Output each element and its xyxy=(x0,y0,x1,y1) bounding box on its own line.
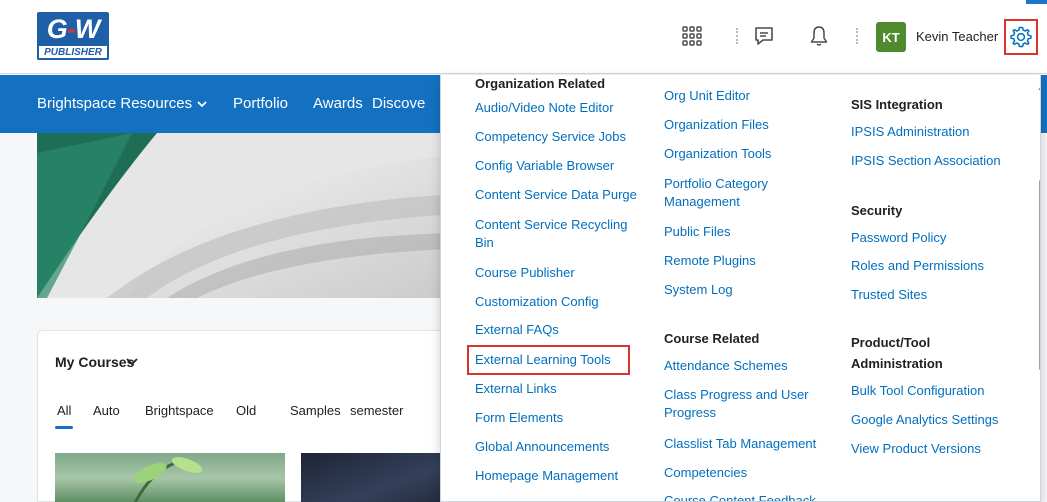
logo-wordmark: G-W xyxy=(46,14,101,44)
menu-link-external-learning-tools[interactable]: External Learning Tools xyxy=(475,351,611,369)
menu-link-password-policy[interactable]: Password Policy xyxy=(851,229,946,247)
filter-tab-brightspace[interactable]: Brightspace xyxy=(145,403,214,418)
menu-link-org-unit-editor[interactable]: Org Unit Editor xyxy=(664,87,750,105)
section-header-product-tool: Product/Tool xyxy=(851,335,931,350)
menu-link-bulk-tool-configuration[interactable]: Bulk Tool Configuration xyxy=(851,382,984,400)
course-thumbnail[interactable] xyxy=(55,453,285,502)
menu-link-external-faqs[interactable]: External FAQs xyxy=(475,321,559,339)
menu-link-competencies[interactable]: Competencies xyxy=(664,464,747,482)
menu-link-portfolio-category-management-line2[interactable]: Management xyxy=(664,193,740,211)
admin-tools-dropdown: Organization Related Audio/Video Note Ed… xyxy=(440,75,1041,502)
menu-link-ipsis-section-association[interactable]: IPSIS Section Association xyxy=(851,152,1001,170)
homepage-banner-image xyxy=(37,133,477,298)
active-tab-indicator xyxy=(55,426,73,429)
menu-link-config-variable-browser[interactable]: Config Variable Browser xyxy=(475,157,614,175)
my-courses-title[interactable]: My Courses xyxy=(55,354,134,370)
nav-item-portfolio[interactable]: Portfolio xyxy=(233,95,288,112)
nav-item-awards[interactable]: Awards xyxy=(313,95,363,112)
menu-link-google-analytics-settings[interactable]: Google Analytics Settings xyxy=(851,411,998,429)
top-header: G-W PUBLISHER KT Kevin Teacher xyxy=(0,0,1047,74)
filter-tab-semester[interactable]: semester xyxy=(350,403,403,418)
menu-link-homepage-management[interactable]: Homepage Management xyxy=(475,467,618,485)
menu-link-view-product-versions[interactable]: View Product Versions xyxy=(851,440,981,458)
menu-link-external-links[interactable]: External Links xyxy=(475,380,557,398)
page: G-W PUBLISHER KT Kevin Teacher Brightspa… xyxy=(0,0,1047,502)
menu-link-portfolio-category-management[interactable]: Portfolio Category xyxy=(664,175,768,193)
menu-link-trusted-sites[interactable]: Trusted Sites xyxy=(851,286,927,304)
menu-link-organization-tools[interactable]: Organization Tools xyxy=(664,145,771,163)
bell-icon[interactable] xyxy=(805,22,833,50)
filter-tab-all[interactable]: All xyxy=(57,403,71,418)
section-header-administration: Administration xyxy=(851,356,943,371)
course-thumbnail[interactable] xyxy=(301,453,461,502)
menu-link-system-log[interactable]: System Log xyxy=(664,281,733,299)
chevron-down-icon xyxy=(197,101,207,108)
menu-link-class-progress-line2[interactable]: Progress xyxy=(664,404,716,422)
section-header-sis-integration: SIS Integration xyxy=(851,97,943,112)
chevron-down-icon[interactable] xyxy=(126,356,138,366)
menu-link-customization-config[interactable]: Customization Config xyxy=(475,293,599,311)
logo-subtitle: PUBLISHER xyxy=(37,46,109,60)
menu-link-content-service-recycling-bin[interactable]: Content Service Recycling xyxy=(475,216,627,234)
filter-tab-old[interactable]: Old xyxy=(236,403,256,418)
waffle-grid-icon[interactable] xyxy=(678,22,706,50)
menu-link-competency-service-jobs[interactable]: Competency Service Jobs xyxy=(475,128,626,146)
chat-icon[interactable] xyxy=(750,22,778,50)
menu-link-content-service-data-purge[interactable]: Content Service Data Purge xyxy=(475,186,637,204)
header-divider xyxy=(856,28,858,44)
admin-tools-gear-button[interactable] xyxy=(1004,19,1038,55)
gw-publisher-logo[interactable]: G-W PUBLISHER xyxy=(37,12,109,60)
menu-link-public-files[interactable]: Public Files xyxy=(664,223,730,241)
section-header-security: Security xyxy=(851,203,903,218)
menu-link-course-publisher[interactable]: Course Publisher xyxy=(475,264,575,282)
menu-link-remote-plugins[interactable]: Remote Plugins xyxy=(664,252,756,270)
section-header-organization-related: Organization Related xyxy=(475,76,606,91)
user-name[interactable]: Kevin Teacher xyxy=(916,29,998,44)
menu-link-ipsis-administration[interactable]: IPSIS Administration xyxy=(851,123,970,141)
menu-link-audio-video-note-editor[interactable]: Audio/Video Note Editor xyxy=(475,99,614,117)
nav-item-brightspace-resources[interactable]: Brightspace Resources xyxy=(37,95,207,112)
section-header-course-related: Course Related xyxy=(664,331,760,346)
menu-link-global-announcements[interactable]: Global Announcements xyxy=(475,438,609,456)
menu-link-attendance-schemes[interactable]: Attendance Schemes xyxy=(664,357,788,375)
filter-tab-samples[interactable]: Samples xyxy=(290,403,341,418)
my-courses-widget: My Courses All Auto Brightspace Old Samp… xyxy=(37,330,477,502)
dropdown-scrollbar[interactable] xyxy=(1039,180,1040,370)
menu-link-classlist-tab-management[interactable]: Classlist Tab Management xyxy=(664,435,816,453)
menu-link-class-progress-and-user-progress[interactable]: Class Progress and User xyxy=(664,386,809,404)
header-divider xyxy=(736,28,738,44)
scroll-up-arrow-icon[interactable]: ▲ xyxy=(1037,83,1040,92)
filter-tab-auto[interactable]: Auto xyxy=(93,403,120,418)
menu-link-form-elements[interactable]: Form Elements xyxy=(475,409,563,427)
menu-link-organization-files[interactable]: Organization Files xyxy=(664,116,769,134)
menu-link-content-service-recycling-bin-line2[interactable]: Bin xyxy=(475,234,494,252)
menu-link-course-content-feedback[interactable]: Course Content Feedback xyxy=(664,492,816,501)
gear-icon xyxy=(1010,26,1032,48)
menu-link-roles-and-permissions[interactable]: Roles and Permissions xyxy=(851,257,984,275)
scroll-indicator xyxy=(1026,0,1047,4)
user-avatar[interactable]: KT xyxy=(876,22,906,52)
nav-item-discover[interactable]: Discove xyxy=(372,95,425,112)
